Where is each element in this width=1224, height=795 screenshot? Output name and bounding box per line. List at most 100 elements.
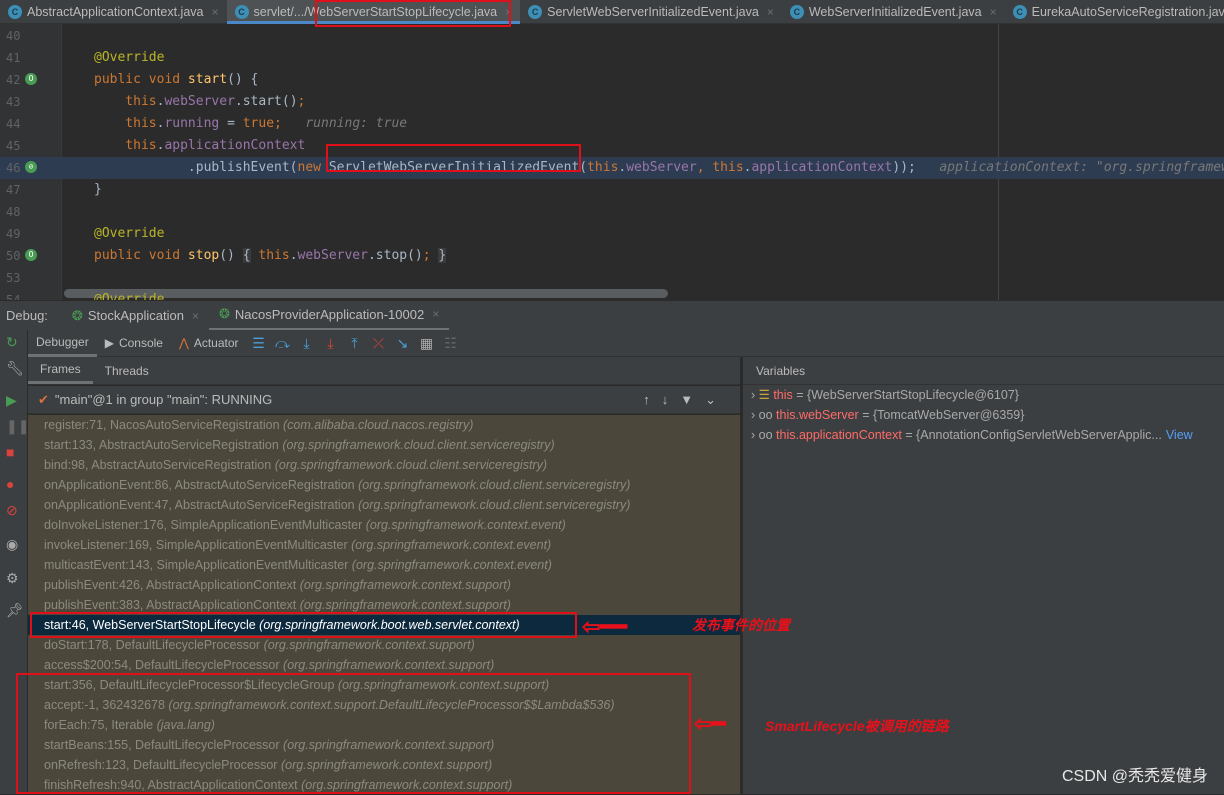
thread-nav-icons[interactable]: ↑↓▼⌄	[643, 392, 728, 408]
variable-row[interactable]: › oo this.webServer = {TomcatWebServer@6…	[743, 405, 1224, 425]
tab-label: WebServerInitializedEvent.java	[808, 5, 982, 19]
pause-icon[interactable]: ❚❚	[6, 418, 29, 435]
code-token: .start()	[234, 94, 298, 109]
variable-row[interactable]: › ☰ this = {WebServerStartStopLifecycle@…	[743, 385, 1224, 405]
settings-icon[interactable]: ⚙	[6, 570, 19, 587]
code-editor[interactable]: 40 41 @Override 42 Opublic void start() {43 …	[0, 24, 1224, 300]
file-tab[interactable]: C ServletWebServerInitializedEvent.java ×	[520, 0, 782, 24]
tab-debugger[interactable]: Debugger	[28, 330, 97, 357]
code-token: new	[297, 160, 329, 175]
code-token: @Override	[94, 50, 165, 65]
tab-threads[interactable]: Threads	[93, 357, 161, 384]
code-text: this.webServer.start();	[94, 91, 305, 113]
variable-row[interactable]: › oo this.applicationContext = {Annotati…	[743, 425, 1224, 445]
code-line: 50 Opublic void stop() { this.webServer.s…	[0, 245, 1224, 267]
file-tab[interactable]: C AbstractApplicationContext.java ×	[0, 0, 227, 24]
code-line: 45 this.applicationContext	[0, 135, 1224, 157]
close-icon[interactable]: ×	[211, 5, 218, 19]
tab-frames[interactable]: Frames	[28, 357, 93, 384]
variable-value: = {WebServerStartStopLifecycle@6107}	[792, 388, 1019, 402]
override-icon[interactable]: O	[25, 249, 37, 261]
step-out-icon[interactable]: ⤒	[343, 335, 367, 352]
code-token: .	[289, 248, 298, 263]
line-number: 47	[6, 183, 21, 197]
drop-frame-icon[interactable]: ⤫	[367, 335, 391, 352]
file-tab[interactable]: CEurekaAutoServiceRegistration.java×	[1005, 0, 1224, 24]
code-line: 54 @Override	[0, 289, 1224, 300]
code-token: running	[164, 116, 220, 131]
tab-label: AbstractApplicationContext.java	[27, 5, 204, 19]
frame-package: (org.springframework.context.event)	[351, 538, 552, 552]
tab-console[interactable]: ▶ Console	[97, 330, 171, 357]
show-execution-point-icon[interactable]: ☰	[247, 335, 271, 352]
session-tab-stock[interactable]: ❂ StockApplication ×	[62, 301, 209, 331]
close-icon[interactable]: ×	[767, 5, 774, 19]
frame-package: (org.springframework.cloud.client.servic…	[274, 458, 548, 472]
watermark: CSDN @秃秃爱健身	[1061, 768, 1208, 785]
frame-method: multicastEvent:143, SimpleApplicationEve…	[44, 558, 349, 572]
debug-label: Debug:	[6, 308, 48, 323]
code-token: =	[219, 116, 243, 131]
code-text: public void stop() { this.webServer.stop…	[94, 245, 447, 267]
stack-frame[interactable]: publishEvent:426, AbstractApplicationCon…	[28, 575, 740, 595]
override-icon[interactable]: O	[25, 73, 37, 85]
highlight-box	[30, 612, 577, 638]
force-step-into-icon[interactable]: ⤓	[319, 335, 343, 352]
camera-icon[interactable]: ◉	[6, 536, 18, 553]
stack-frame[interactable]: invokeListener:169, SimpleApplicationEve…	[28, 535, 740, 555]
step-over-icon[interactable]: ⤼	[271, 335, 295, 352]
view-breakpoints-icon[interactable]: ●	[6, 476, 14, 492]
breakpoint-icon[interactable]: ⊘	[25, 161, 37, 173]
expand-icon[interactable]: ›	[751, 428, 759, 442]
class-file-icon: C	[528, 5, 543, 19]
frame-method: invokeListener:169, SimpleApplicationEve…	[44, 538, 348, 552]
stack-frame[interactable]: register:71, NacosAutoServiceRegistratio…	[28, 415, 740, 435]
stack-frame[interactable]: onApplicationEvent:47, AbstractAutoServi…	[28, 495, 740, 515]
mute-breakpoints-icon[interactable]: ⊘	[6, 502, 18, 519]
frame-method: publishEvent:383, AbstractApplicationCon…	[44, 598, 297, 612]
evaluate-expression-icon[interactable]: ▦	[415, 335, 439, 352]
stack-frame[interactable]: start:133, AbstractAutoServiceRegistrati…	[28, 435, 740, 455]
file-tab[interactable]: C WebServerInitializedEvent.java ×	[782, 0, 1005, 24]
code-token: this	[250, 248, 290, 263]
stack-frame[interactable]: access$200:54, DefaultLifecycleProcessor…	[28, 655, 740, 675]
trace-icon[interactable]: ☷	[439, 335, 463, 352]
frame-method: doStart:178, DefaultLifecycleProcessor	[44, 638, 261, 652]
line-number: 40	[6, 29, 21, 43]
run-to-cursor-icon[interactable]: ↘	[391, 335, 415, 352]
code-token: public void	[94, 72, 188, 87]
close-icon[interactable]: ×	[990, 5, 997, 19]
stack-frame[interactable]: bind:98, AbstractAutoServiceRegistration…	[28, 455, 740, 475]
stack-frame[interactable]: onApplicationEvent:86, AbstractAutoServi…	[28, 475, 740, 495]
frame-package: (org.springframework.cloud.client.servic…	[358, 498, 631, 512]
wrench-icon[interactable]: 🔧︎	[6, 360, 24, 377]
close-icon[interactable]: ×	[432, 307, 439, 321]
frame-method: onApplicationEvent:86, AbstractAutoServi…	[44, 478, 355, 492]
line-number: 48	[6, 205, 21, 219]
stack-frame[interactable]: multicastEvent:143, SimpleApplicationEve…	[28, 555, 740, 575]
pin-icon[interactable]: 📌︎	[6, 602, 24, 619]
field-icon: ☰	[758, 388, 774, 402]
expand-icon[interactable]: ›	[751, 388, 759, 402]
stack-frame[interactable]: doInvokeListener:176, SimpleApplicationE…	[28, 515, 740, 535]
stop-icon[interactable]: ■	[6, 444, 14, 460]
line-number: 46	[6, 161, 21, 175]
code-text: this.applicationContext	[94, 135, 305, 157]
frame-package: (org.springframework.cloud.client.servic…	[282, 438, 555, 452]
variable-value: = {TomcatWebServer@6359}	[858, 408, 1025, 422]
resume-icon[interactable]: ▶	[6, 392, 17, 409]
rerun-icon[interactable]: ↻	[6, 334, 18, 351]
code-text: public void start() {	[94, 69, 258, 91]
session-tab-nacos[interactable]: ❂ NacosProviderApplication-10002 ×	[208, 301, 450, 331]
frame-method: start:133, AbstractAutoServiceRegistrati…	[44, 438, 279, 452]
thread-selector[interactable]: ✔ "main"@1 in group "main": RUNNING ↑↓▼⌄	[28, 386, 740, 414]
close-icon[interactable]: ×	[192, 309, 199, 323]
view-link[interactable]: View	[1166, 428, 1193, 442]
line-number: 54	[6, 293, 21, 300]
expand-icon[interactable]: ›	[751, 408, 759, 422]
frame-package: (org.springframework.context.support)	[299, 598, 511, 612]
step-into-icon[interactable]: ⤓	[295, 335, 319, 352]
code-line: 42 Opublic void start() {	[0, 69, 1224, 91]
tab-actuator[interactable]: ⋀ Actuator	[171, 330, 247, 357]
stack-frame[interactable]: doStart:178, DefaultLifecycleProcessor (…	[28, 635, 740, 655]
